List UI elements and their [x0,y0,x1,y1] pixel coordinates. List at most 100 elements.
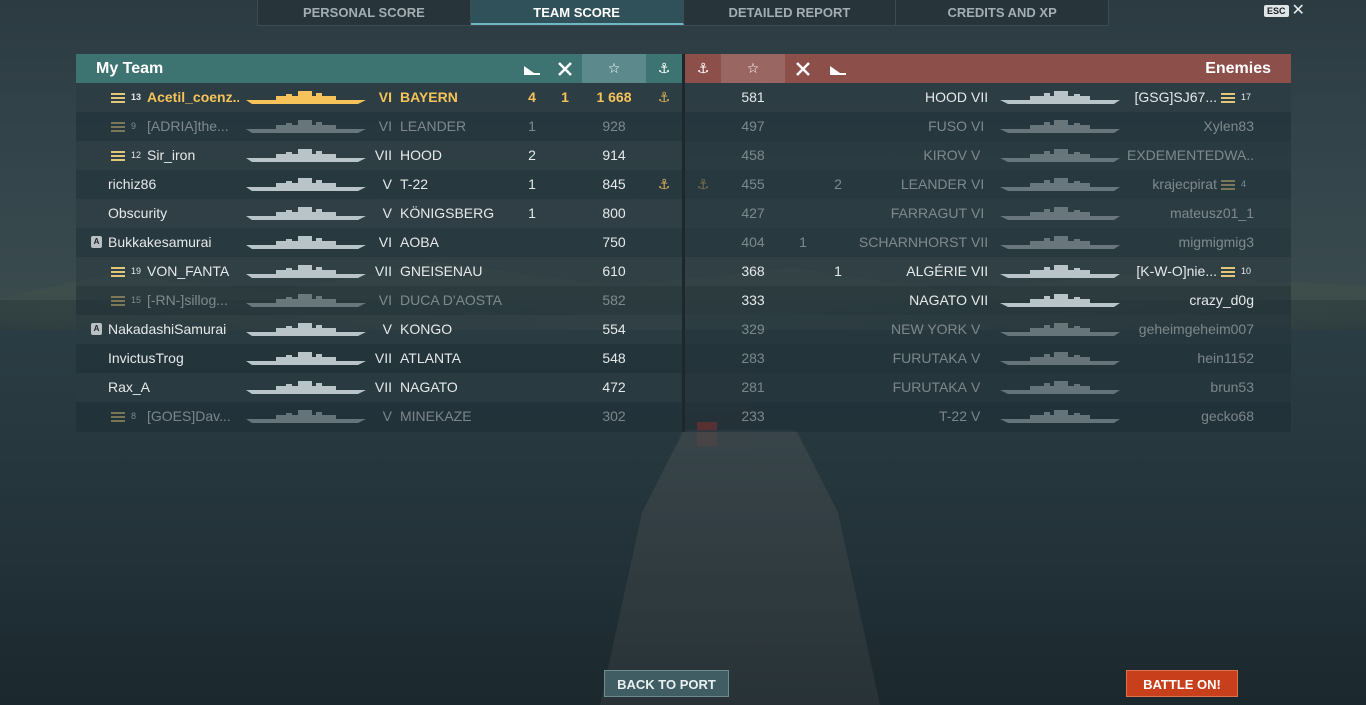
kills-count: 1 [528,118,536,134]
my-team-row[interactable]: Rax_A VII NAGATO 472 [76,373,682,402]
enemy-row[interactable]: 329 NEW YORK Vgeheimgeheim007 [685,315,1291,344]
ship-silhouette-icon [1000,206,1120,221]
enemy-row[interactable]: 283 FURUTAKA Vhein1152 [685,344,1291,373]
capture-count [791,257,815,286]
my-team-row[interactable]: A Bukkakesamurai VI AOBA 750 [76,228,682,257]
score-value: 329 [741,321,765,337]
ship-tier: V [971,350,981,366]
my-team-title: My Team [96,59,164,77]
ship-name: NEW YORK [891,321,967,337]
ship-name: NAGATO [909,292,967,308]
ship-name: GNEISENAU [400,263,483,279]
ship-silhouette-icon [1000,119,1120,134]
enemy-row[interactable]: ⚓ 455 2 LEANDER VI krajecpirat 4 [685,170,1291,199]
ship-silhouette-icon [246,322,366,337]
my-team-row[interactable]: Obscurity V KÖNIGSBERG 1 800 [76,199,682,228]
tab-team-score[interactable]: TEAM SCORE [470,0,684,25]
medal-icon [690,373,716,402]
score-header-icon: ☆ [582,54,646,83]
medal-icon [651,228,677,257]
my-team-row[interactable]: 8 [GOES]Dav... V MINEKAZE 302 [76,402,682,431]
ship-tier: VI [378,89,392,105]
kills-count [519,257,545,286]
tab-detailed-report[interactable]: DETAILED REPORT [684,0,897,25]
service-rank: 10 [1241,266,1252,276]
enemy-row[interactable]: 458 KIROV V EXDEMENTEDWA... [685,141,1291,170]
player-name: mateusz01_1 [1169,205,1254,221]
score-value: 928 [602,118,626,134]
score-value: 750 [602,234,626,250]
ship-silhouette-icon [246,264,366,279]
ship-silhouette-icon [1000,351,1120,366]
player-name: gecko68 [1201,408,1254,424]
close-icon[interactable]: ✕ [1292,3,1305,19]
enemy-row[interactable]: 581 HOOD VII [GSG]SJ67... 17 [685,83,1291,112]
medal-icon [651,373,677,402]
player-name: Sir_iron [147,147,196,163]
my-team-row[interactable]: 12 Sir_iron VII HOOD 2 914 [76,141,682,170]
ship-name: NAGATO [400,379,458,395]
capture-count [791,315,815,344]
tab-credits-xp[interactable]: CREDITS AND XP [896,0,1108,25]
battle-on-button[interactable]: BATTLE ON! [1126,670,1238,697]
ship-silhouette-icon [246,409,366,424]
enemy-row[interactable]: 497 FUSO VI Xylen83 [685,112,1291,141]
kills-count [519,286,545,315]
enemy-row[interactable]: 427 FARRAGUT VI mateusz01_1 [685,199,1291,228]
my-team-row[interactable]: richiz86 V T-22 1 845 ⚓ [76,170,682,199]
back-to-port-button[interactable]: BACK TO PORT [604,670,729,697]
my-team-panel: My Team ☆ ⚓ 13 Acetil_coenz... VI BAYERN 4 1 1… [76,54,682,432]
kills-count [519,228,545,257]
my-team-row[interactable]: 9 [ADRIA]the... VI LEANDER 1 928 [76,112,682,141]
ship-name: SCHARNHORST [858,234,967,250]
my-team-row[interactable]: 19 VON_FANTA VII GNEISENAU 610 [76,257,682,286]
enemy-row[interactable]: 368 1 ALGÉRIE VII [K-W-O]nie... 10 [685,257,1291,286]
medal-header-icon: ⚓ [657,60,671,76]
tab-personal-score[interactable]: PERSONAL SCORE [258,0,471,25]
player-name: [-RN-]sillog... [147,292,228,308]
rank-chevron-icon [111,93,125,103]
ship-silhouette-icon [246,119,366,134]
capture-header-icon [791,54,815,83]
player-name: brun53 [1210,379,1254,395]
capture-count [553,141,577,170]
medal-icon [651,286,677,315]
ship-silhouette-icon [1000,148,1120,163]
medal-icon [651,257,677,286]
ship-tier: VI [971,118,985,134]
kills-count: 4 [528,89,536,105]
ship-silhouette-icon [1000,380,1120,395]
score-value: 554 [602,321,626,337]
ship-name: T-22 [400,176,429,192]
score-value: 914 [602,147,626,163]
enemy-row[interactable]: 233 T-22 Vgecko68 [685,402,1291,431]
ship-name: FURUTAKA [892,379,967,395]
player-name: crazy_d0g [1189,292,1254,308]
ship-tier: VI [971,176,985,192]
enemy-row[interactable]: 281 FURUTAKA Vbrun53 [685,373,1291,402]
capture-count [791,402,815,431]
player-name: Obscurity [108,205,168,221]
player-name: geheimgeheim007 [1138,321,1254,337]
ship-name: FARRAGUT [890,205,967,221]
esc-close[interactable]: ESC ✕ [1264,3,1305,19]
enemy-row[interactable]: 333 NAGATO VII crazy_d0g [685,286,1291,315]
esc-key-icon: ESC [1264,5,1289,17]
capture-count [553,228,577,257]
my-team-row[interactable]: A NakadashiSamurai V KONGO 554 [76,315,682,344]
ship-silhouette-icon [246,293,366,308]
enemy-row[interactable]: 404 1 SCHARNHORST VII migmigmig3 [685,228,1291,257]
medal-icon [651,112,677,141]
ship-name: HOOD [925,89,967,105]
service-rank: 19 [131,266,142,276]
ship-tier: VII [374,350,392,366]
player-name: [GOES]Dav... [147,408,231,424]
player-name: Acetil_coenz... [147,89,239,105]
my-team-row[interactable]: 13 Acetil_coenz... VI BAYERN 4 1 1 668 ⚓ [76,83,682,112]
my-team-row[interactable]: 15 [-RN-]sillog... VI DUCA D'AOSTA 582 [76,286,682,315]
ship-tier: VII [374,263,392,279]
medal-icon [690,315,716,344]
ship-tier: V [971,408,981,424]
my-team-row[interactable]: InvictusTrog VII ATLANTA 548 [76,344,682,373]
ship-name: KÖNIGSBERG [400,205,495,221]
